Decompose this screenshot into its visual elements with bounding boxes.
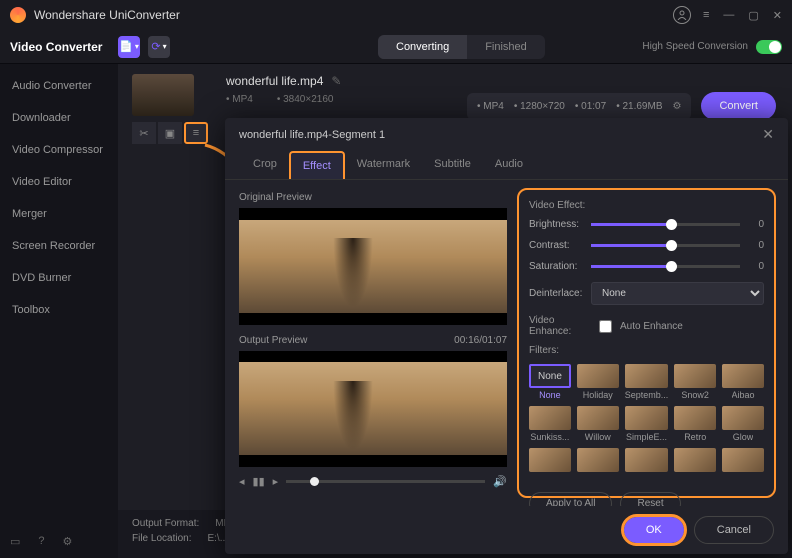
sidebar-item-screen-recorder[interactable]: Screen Recorder — [0, 230, 118, 262]
app-title: Wondershare UniConverter — [34, 8, 673, 22]
filter-item[interactable]: Glow — [722, 406, 764, 442]
tab-effect[interactable]: Effect — [289, 151, 345, 179]
sidebar-item-dvd-burner[interactable]: DVD Burner — [0, 262, 118, 294]
reset-button[interactable]: Reset — [620, 492, 680, 506]
convert-button[interactable]: Convert — [701, 92, 776, 120]
sidebar-item-downloader[interactable]: Downloader — [0, 102, 118, 134]
seek-bar[interactable] — [286, 480, 485, 483]
tab-crop[interactable]: Crop — [241, 151, 289, 179]
sidebar-item-audio-converter[interactable]: Audio Converter — [0, 70, 118, 102]
settings-icon[interactable]: ⚙ — [63, 535, 73, 548]
maximize-icon[interactable]: ▢ — [748, 9, 758, 22]
download-link-button[interactable]: ⟳▾ — [148, 36, 170, 58]
hsc-toggle[interactable] — [756, 40, 782, 54]
filter-item[interactable]: Sunkiss... — [529, 406, 571, 442]
original-preview — [239, 208, 507, 325]
deinterlace-select[interactable]: None — [591, 282, 764, 305]
filter-item[interactable]: NoneNone — [529, 364, 571, 400]
next-icon[interactable]: ▸ — [273, 475, 279, 488]
filter-item[interactable]: Willow — [577, 406, 619, 442]
effect-icon[interactable]: ≡ — [184, 122, 208, 144]
filter-item[interactable]: Holiday — [577, 364, 619, 400]
filter-item[interactable] — [722, 448, 764, 484]
library-icon[interactable]: ▭ — [10, 535, 20, 548]
minimize-icon[interactable]: — — [723, 9, 734, 22]
brightness-slider[interactable] — [591, 223, 740, 226]
video-thumbnail[interactable] — [132, 74, 194, 116]
ok-button[interactable]: OK — [624, 517, 684, 543]
file-name: wonderful life.mp4 — [226, 74, 323, 88]
time-label: 00:16/01:07 — [454, 335, 507, 346]
auto-enhance-checkbox[interactable] — [599, 320, 612, 333]
filter-item[interactable] — [625, 448, 669, 484]
dialog-title: wonderful life.mp4-Segment 1 — [239, 129, 762, 141]
tab-finished[interactable]: Finished — [467, 35, 545, 59]
output-preview — [239, 351, 507, 468]
sidebar-item-video-editor[interactable]: Video Editor — [0, 166, 118, 198]
sidebar-item-video-compressor[interactable]: Video Compressor — [0, 134, 118, 166]
close-icon[interactable]: ✕ — [773, 9, 782, 22]
video-effect-heading: Video Effect: — [529, 200, 764, 211]
trim-icon[interactable]: ✂ — [132, 122, 156, 144]
sidebar-item-merger[interactable]: Merger — [0, 198, 118, 230]
hsc-label: High Speed Conversion — [642, 41, 748, 52]
contrast-slider[interactable] — [591, 244, 740, 247]
play-icon[interactable]: ▮▮ — [253, 475, 265, 488]
filters-heading: Filters: — [529, 345, 764, 356]
section-title: Video Converter — [10, 40, 118, 54]
apply-all-button[interactable]: Apply to All — [529, 492, 612, 506]
output-spec[interactable]: • MP4 • 1280×720 • 01:07 • 21.69MB ⚙ — [467, 93, 692, 120]
app-logo — [10, 7, 26, 23]
dialog-close-icon[interactable]: ✕ — [762, 126, 774, 143]
rename-icon[interactable]: ✎ — [331, 74, 341, 88]
src-format: MP4 — [232, 94, 253, 105]
sidebar-item-toolbox[interactable]: Toolbox — [0, 294, 118, 326]
out-preview-label: Output Preview — [239, 335, 307, 346]
volume-icon[interactable]: 🔊 — [493, 475, 507, 488]
orig-preview-label: Original Preview — [239, 192, 312, 203]
prev-icon[interactable]: ◂ — [239, 475, 245, 488]
gear-icon[interactable]: ⚙ — [673, 101, 682, 112]
help-icon[interactable]: ? — [38, 535, 44, 548]
tab-subtitle[interactable]: Subtitle — [422, 151, 483, 179]
tab-converting[interactable]: Converting — [378, 35, 467, 59]
tab-watermark[interactable]: Watermark — [345, 151, 422, 179]
cancel-button[interactable]: Cancel — [694, 516, 774, 544]
crop-icon[interactable]: ▣ — [158, 122, 182, 144]
filter-item[interactable] — [577, 448, 619, 484]
filter-item[interactable]: Retro — [674, 406, 716, 442]
filter-item[interactable]: Snow2 — [674, 364, 716, 400]
filter-item[interactable]: Septemb... — [625, 364, 669, 400]
add-file-button[interactable]: 📄▾ — [118, 36, 140, 58]
filter-item[interactable] — [529, 448, 571, 484]
tab-audio[interactable]: Audio — [483, 151, 535, 179]
menu-icon[interactable]: ≡ — [703, 9, 709, 22]
effect-dialog: wonderful life.mp4-Segment 1 ✕ Crop Effe… — [225, 118, 788, 554]
filter-item[interactable]: Aibao — [722, 364, 764, 400]
account-icon[interactable] — [673, 6, 691, 24]
saturation-slider[interactable] — [591, 265, 740, 268]
filter-item[interactable] — [674, 448, 716, 484]
src-res: 3840×2160 — [283, 94, 333, 105]
filter-item[interactable]: SimpleE... — [625, 406, 669, 442]
